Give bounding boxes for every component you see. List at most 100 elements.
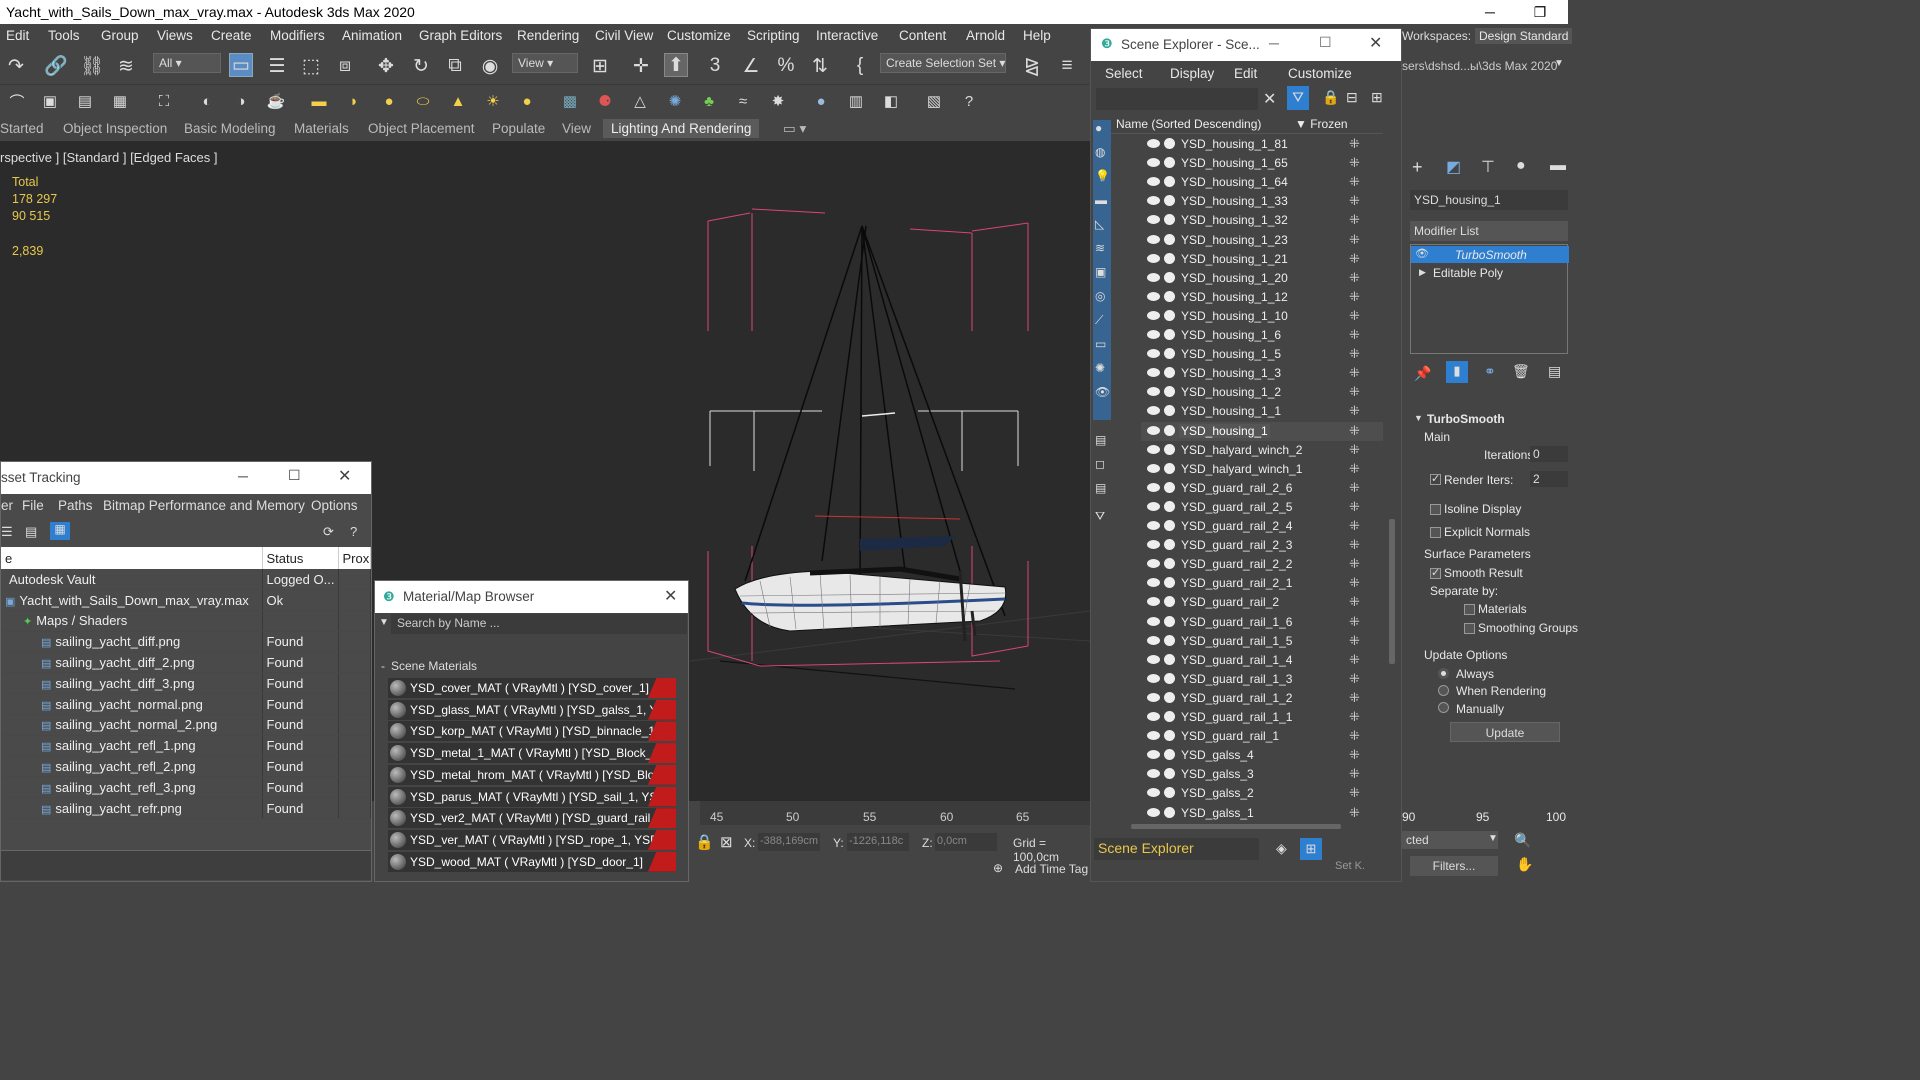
dropdown-arrow-icon[interactable]: ▼ [1488,833,1498,844]
table-row[interactable]: ▤ sailing_yacht_diff_2.png Found [1,652,371,674]
wireframe-icon[interactable]: △ [628,89,652,113]
lock-icon[interactable]: 🔒 [695,833,714,851]
list-item[interactable]: YSD_guard_rail_2 ⁜ [1141,593,1383,612]
object-name-field[interactable]: YSD_housing_1 [1410,190,1568,210]
freeze-icon[interactable]: ⁜ [1349,155,1360,171]
menu-edit[interactable]: Edit [6,28,29,43]
list-item[interactable]: YSD_guard_rail_2_6 ⁜ [1141,479,1383,498]
list-item[interactable]: YSD_housing_1_21 ⁜ [1141,250,1383,269]
edit-named-selection-icon[interactable]: { [848,54,872,78]
pivot-center-icon[interactable]: ⊞ [588,54,612,78]
render-bulb-icon[interactable] [1164,462,1175,474]
render-bulb-icon[interactable] [1164,691,1175,703]
helpers-filter-icon[interactable]: ◺ [1095,217,1104,231]
collapse-icon[interactable]: - [381,659,385,673]
table-row[interactable]: ▤ sailing_yacht_diff_3.png Found [1,672,371,695]
visibility-filter-icon[interactable]: 👁 [1095,385,1110,399]
hierarchy-icon[interactable]: ⊟ [1346,89,1358,106]
maximize-button[interactable]: ☐ [1319,34,1332,51]
containers-filter-icon[interactable]: ▭ [1095,337,1106,351]
asset-menu-options[interactable]: Options [311,498,358,513]
visibility-eye-icon[interactable] [1147,712,1160,721]
list-item[interactable]: YSD_guard_rail_2_1 ⁜ [1141,574,1383,593]
show-end-result-icon[interactable]: ▮ [1446,361,1468,383]
dynamics-icon[interactable]: ⚈ [593,89,617,113]
col-name[interactable]: e [1,547,263,569]
sun-icon[interactable]: ☀ [481,89,505,113]
list-item[interactable]: YSD_housing_1_65 ⁜ [1141,154,1383,173]
freeze-icon[interactable]: ⁜ [1349,136,1360,152]
bind-spacewarp-icon[interactable]: ≋ [114,54,138,78]
scene-explorer-name-field[interactable]: Scene Explorer [1094,838,1259,860]
se-menu-display[interactable]: Display [1170,66,1214,81]
selection-filter-dropdown[interactable]: All ▾ [153,53,221,73]
render-bulb-icon[interactable] [1164,768,1175,780]
explicit-normals-checkbox[interactable] [1430,527,1441,538]
window-crossing-icon[interactable]: ⧈ [333,54,357,78]
align-icon[interactable]: ≡ [1055,54,1079,78]
visibility-eye-icon[interactable] [1147,215,1160,225]
list-item[interactable]: YSD_guard_rail_2_5 ⁜ [1141,498,1383,517]
x-coordinate-field[interactable]: -388,169cm [758,833,820,851]
layers-icon[interactable]: ◈ [1276,840,1287,857]
freeze-icon[interactable]: ⁜ [1349,461,1360,477]
lights-filter-icon[interactable]: 💡 [1095,169,1110,183]
freeze-icon[interactable]: ⁜ [1349,499,1360,515]
freeze-icon[interactable]: ⁜ [1349,289,1360,305]
visibility-eye-icon[interactable] [1147,597,1160,607]
render-bulb-icon[interactable] [1164,730,1175,742]
freeze-icon[interactable]: ⁜ [1349,652,1360,668]
funnel-icon[interactable]: ⛛ [1095,509,1105,524]
list-item[interactable]: YSD_guard_rail_1_3 ⁜ [1141,670,1383,689]
move-icon[interactable]: ✥ [374,54,398,78]
menu-help[interactable]: Help [1023,28,1051,43]
minimize-button[interactable]: ─ [1470,0,1510,24]
menu-group[interactable]: Group [101,28,139,43]
tab-materials[interactable]: Materials [294,121,349,136]
freeze-icon[interactable]: ⁜ [1349,365,1360,381]
geometry-filter-icon[interactable]: ● [1095,121,1102,135]
sphere-icon[interactable]: ● [377,89,401,113]
list-item[interactable]: YSD_galss_4 ⁜ [1141,746,1383,765]
render-bulb-icon[interactable] [1164,806,1175,818]
pan-icon[interactable]: ✋ [1516,856,1533,873]
teapot-icon[interactable]: ☕ [264,89,288,113]
table-row[interactable]: ▤ sailing_yacht_normal.png Found [1,693,371,716]
render-bulb-icon[interactable] [1164,653,1175,665]
ribbon-options-icon[interactable]: ▭ ▾ [783,121,806,137]
menu-views[interactable]: Views [157,28,193,43]
horizontal-scrollbar[interactable] [1131,824,1341,829]
col-frozen[interactable]: ▼ Frozen [1295,117,1348,131]
minimize-button[interactable]: ─ [238,468,248,484]
asset-menu-file[interactable]: File [22,498,44,513]
material-item[interactable]: YSD_cover_MAT ( VRayMtl ) [YSD_cover_1] [388,678,676,698]
cylinder-icon[interactable]: ⬭ [411,89,435,113]
tab-object-placement[interactable]: Object Placement [368,121,475,136]
keyboard-shortcut-icon[interactable]: ⬆ [664,53,688,77]
render-bulb-icon[interactable] [1164,309,1175,321]
menu-rendering[interactable]: Rendering [517,28,579,43]
tab-lighting-and-rendering[interactable]: Lighting And Rendering [603,119,760,138]
material-item[interactable]: YSD_ver2_MAT ( VRayMtl ) [YSD_guard_rail… [388,808,676,829]
list-item[interactable]: YSD_galss_3 ⁜ [1141,765,1383,784]
set-key-button[interactable]: Set K. [1335,860,1365,872]
tab-view[interactable]: View [562,121,591,136]
freeze-icon[interactable]: ⁜ [1349,805,1360,821]
render-bulb-icon[interactable] [1164,290,1175,302]
render-bulb-icon[interactable] [1164,558,1175,570]
freeze-icon[interactable]: ⁜ [1349,709,1360,725]
clear-search-icon[interactable]: ✕ [1263,89,1276,109]
list-item[interactable]: YSD_housing_1_20 ⁜ [1141,269,1383,288]
snaps-toggle-icon[interactable]: 3 [703,54,727,78]
list-item[interactable]: YSD_housing_1_6 ⁜ [1141,326,1383,345]
list-item[interactable]: YSD_housing_1_23 ⁜ [1141,231,1383,250]
list-item[interactable]: YSD_housing_1_12 ⁜ [1141,288,1383,307]
visibility-eye-icon[interactable] [1147,750,1160,760]
list-item[interactable]: YSD_halyard_winch_1 ⁜ [1141,460,1383,479]
visibility-eye-icon[interactable] [1147,291,1160,301]
render-bulb-icon[interactable] [1164,157,1175,169]
lock-icon[interactable]: 🔒 [1322,89,1339,106]
close-button[interactable]: ✕ [1369,33,1382,53]
refresh-icon[interactable]: ⟳ [323,524,334,540]
cameras-filter-icon[interactable]: ▬ [1095,193,1107,207]
